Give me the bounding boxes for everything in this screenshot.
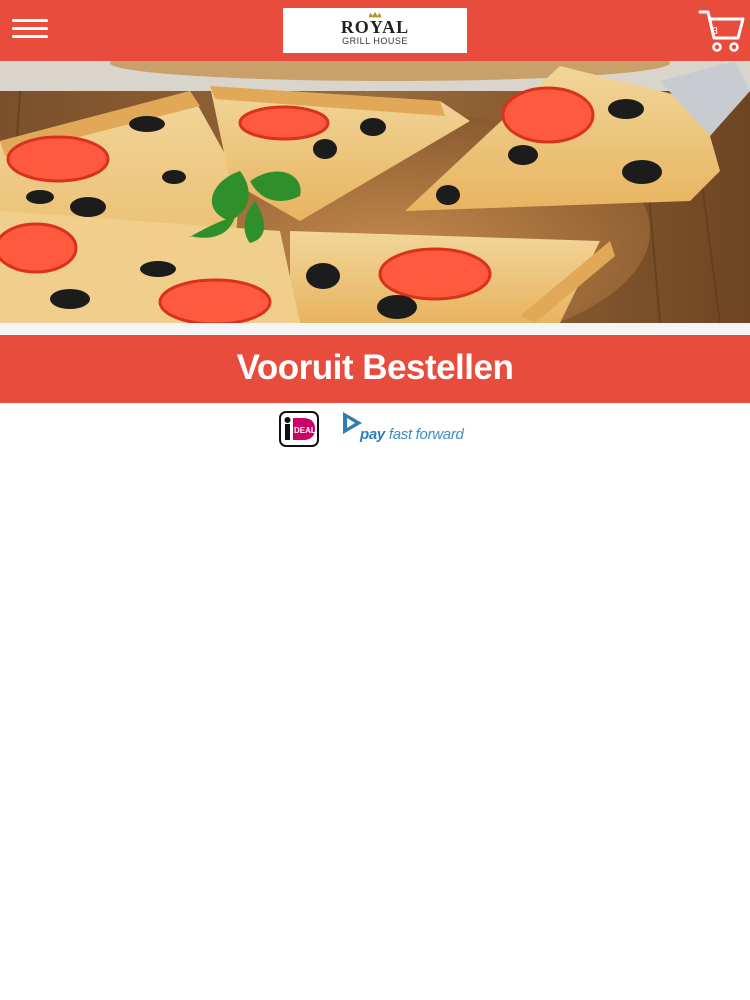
- section-divider: [0, 323, 750, 335]
- svg-text:DEAL: DEAL: [294, 426, 316, 435]
- logo-title: ROYAL: [340, 17, 410, 37]
- menu-line: [12, 35, 48, 38]
- cart-count-badge: 3: [712, 26, 718, 37]
- royal-grill-house-logo[interactable]: ROYAL GRILL HOUSE: [283, 8, 467, 53]
- pff-pay-word: pay: [360, 426, 385, 443]
- hamburger-menu-button[interactable]: [10, 17, 50, 43]
- order-ahead-banner[interactable]: Vooruit Bestellen: [0, 335, 750, 403]
- payment-methods: DEAL pay fast forward: [0, 403, 750, 453]
- logo-subtitle: GRILL HOUSE: [342, 36, 408, 46]
- app-header: ROYAL GRILL HOUSE 3: [0, 0, 750, 61]
- order-ahead-title: Vooruit Bestellen: [236, 348, 514, 387]
- pay-fast-forward-logo: pay fast forward: [340, 409, 480, 449]
- shopping-cart-icon: [698, 10, 745, 52]
- pff-rest-words: fast forward: [388, 426, 464, 443]
- menu-line: [12, 27, 48, 30]
- cart-button[interactable]: 3: [698, 8, 746, 56]
- pay-fast-forward-text: pay fast forward: [360, 426, 464, 443]
- pizza-illustration: [0, 61, 750, 323]
- hero-pizza-image: [0, 61, 750, 323]
- ideal-logo-icon: DEAL: [279, 411, 319, 447]
- menu-line: [12, 19, 48, 22]
